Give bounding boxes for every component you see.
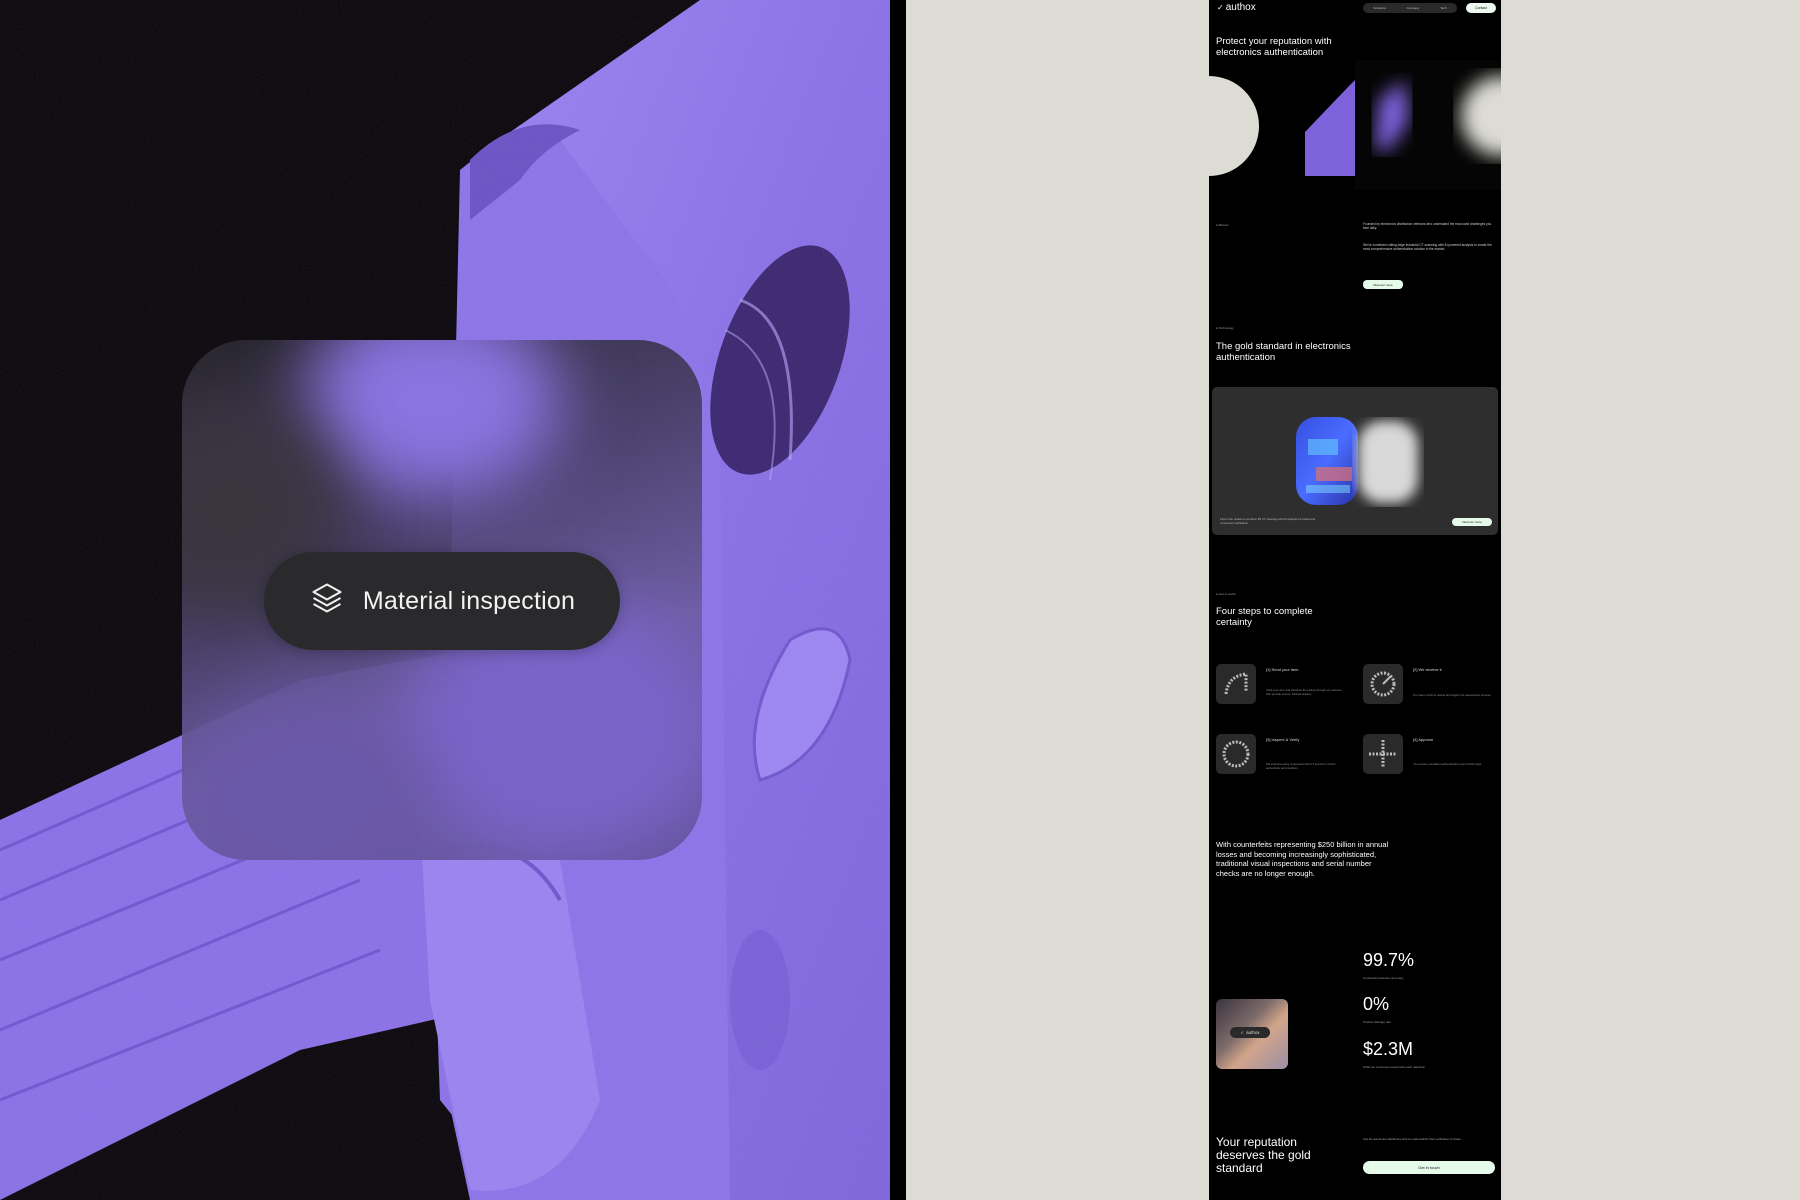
site-logo[interactable]: ✓ authox [1217,2,1256,13]
stat-accuracy-label: Counterfeit detection accuracy [1363,976,1404,980]
technology-tag: ● Technology [1216,326,1234,330]
approve-icon [1363,734,1403,774]
step-1-desc: Pack your item and schedule the pickup t… [1266,688,1342,696]
pill-label: Material inspection [362,586,576,615]
counterfeit-statement: With counterfeits representing $250 bill… [1216,840,1389,878]
inspect-icon [1216,734,1256,774]
nav-menu: Solutions Company Tech [1363,3,1457,13]
mission-text-2: We've combined cutting-edge industrial C… [1363,243,1492,252]
authox-badge-image: ✓ authox [1216,999,1288,1069]
website-preview-panel: ✓ authox Solutions Company Tech Contact … [906,0,1800,1200]
ct-chip-image [1296,417,1418,505]
contact-button[interactable]: Contact [1466,3,1496,13]
how-tag: ● How it works [1216,592,1236,596]
technology-card-text: First in the market to combine 3D CT sca… [1220,517,1315,525]
step-3-title: [3] Inspect & Verify [1266,737,1300,742]
receive-icon [1363,664,1403,704]
material-inspection-pill[interactable]: Material inspection [264,552,620,650]
send-item-icon [1216,664,1256,704]
mission-tag: ● Mission [1216,223,1229,227]
technology-card: First in the market to combine 3D CT sca… [1212,387,1498,535]
stat-damage-label: Product damage rate [1363,1020,1392,1024]
step-2-desc: Our team confirms receipt and begins the… [1413,693,1492,697]
step-2-title: [2] We receive it [1413,667,1442,672]
step-4-desc: You receive a detailed authentication re… [1413,762,1483,766]
layers-icon [309,580,345,623]
hero-title: Protect your reputation with electronics… [1216,36,1332,58]
mission-text-1: Founded by electronics distribution vete… [1363,222,1492,231]
stat-savings-value: $2.3M [1363,1039,1414,1059]
checkmark-icon: ✓ [1240,1029,1245,1035]
step-4-title: [4] Approve [1413,737,1434,742]
cta-text: Join the electronics distributors who've… [1363,1137,1461,1141]
step-1-title: [1] Send your item [1266,667,1299,672]
step-3-desc: We examine every component with CT and A… [1266,762,1336,770]
mission-discover-button[interactable]: Discover more [1363,280,1403,289]
nav-item-solutions[interactable]: Solutions [1373,6,1385,10]
stat-savings-label: What our customers saved with each detec… [1363,1065,1426,1069]
how-title: Four steps to complete certainty [1216,606,1313,628]
get-in-touch-button[interactable]: Get in touch [1363,1161,1495,1174]
cta-title: Your reputation deserves the gold standa… [1216,1135,1311,1175]
website-page: ✓ authox Solutions Company Tech Contact … [1209,0,1501,1200]
nav-item-company[interactable]: Company [1407,6,1420,10]
technology-title: The gold standard in electronics authent… [1216,341,1351,363]
hero-shapes [1209,60,1501,190]
stat-damage-value: 0% [1363,994,1390,1014]
badge-pill: ✓ authox [1230,1027,1270,1038]
technology-discover-button[interactable]: Discover more [1452,518,1492,526]
nav-item-tech[interactable]: Tech [1440,6,1446,10]
stat-accuracy-value: 99.7% [1363,950,1415,970]
hero-visual-panel: Material inspection [0,0,890,1200]
site-nav: ✓ authox Solutions Company Tech Contact [1209,0,1501,16]
checkmark-icon: ✓ [1217,3,1224,12]
